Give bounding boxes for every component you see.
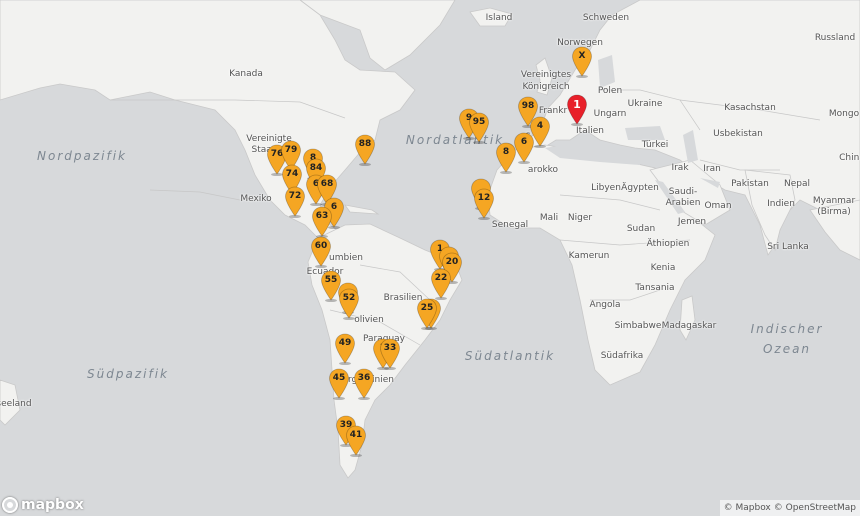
map-marker[interactable]: 1 [566,94,588,126]
map-marker-label: 68 [320,179,334,189]
map-marker[interactable]: 41 [345,425,367,457]
attribution-mapbox-link[interactable]: © Mapbox [724,500,771,516]
map-marker[interactable]: 22 [430,268,452,300]
map-marker-label: 4 [536,121,544,131]
map-marker-label: 88 [358,139,372,149]
label-ukraine: Ukraine [627,99,663,109]
label-oman: Oman [704,201,732,211]
ocean-label-suedpazifik: Südpazifik [87,367,169,381]
label-kanada: Kanada [229,69,263,79]
label-tuerkei: Türkei [641,140,669,150]
label-madagaskar: Madagaskar [661,321,717,331]
ocean-label-indischer: Indischer [750,322,824,336]
label-srilanka: Sri Lanka [767,242,809,252]
map-marker-label: 79 [284,145,298,155]
label-mexiko: Mexiko [240,194,272,204]
map-marker-label: 36 [357,373,371,383]
label-ungarn: Ungarn [593,109,627,119]
label-usbekistan: Usbekistan [713,129,763,139]
mapbox-logo-text: mapbox [21,497,84,513]
mapbox-logo-icon [2,497,18,513]
label-koenigreich: Königreich [522,82,570,92]
map-marker-label: 72 [288,191,302,201]
map-marker-label: 33 [383,343,397,353]
attribution: © Mapbox © OpenStreetMap [719,500,860,516]
map-marker-label: 22 [434,273,448,283]
map-marker[interactable]: 45 [328,368,350,400]
label-libyen: Libyen [591,183,621,193]
map-marker-label: 63 [315,211,329,221]
label-nepal: Nepal [784,179,810,189]
map-marker-label: 12 [477,193,491,203]
map-marker[interactable]: 8 [495,142,517,174]
label-angola: Angola [589,300,621,310]
map-marker-label: 41 [349,430,363,440]
map-marker-label: 95 [472,117,486,127]
map-marker-label: 98 [521,101,535,111]
label-suedafrika: Südafrika [600,351,644,361]
label-kasachstan: Kasachstan [724,103,776,113]
label-myanmar: Myanmar [812,196,856,206]
attribution-osm-link[interactable]: © OpenStreetMap [774,500,856,516]
map-marker[interactable]: X [571,46,593,78]
map-marker-label: 8 [502,147,510,157]
label-aethiopien: Äthiopien [646,239,690,249]
label-jemen: Jemen [677,217,707,227]
map-marker-label: 74 [285,169,299,179]
label-vereinigtes: Vereinigtes [520,70,572,80]
label-frankreich: Frankr [538,106,568,116]
label-mongolei: Mongo [828,109,860,119]
label-saudi: Saudi- [668,187,698,197]
map-marker[interactable]: 88 [354,134,376,166]
label-aegypten: Ägypten [621,183,659,193]
ocean-label-suedatlantik: Südatlantik [464,349,556,363]
label-indien: Indien [767,199,795,209]
label-china: China [839,153,860,163]
label-polen: Polen [597,86,623,96]
map-canvas[interactable]: Nordpazifik Nordatlantik Südatlantik Süd… [0,0,860,516]
label-arabien: Arabien [665,198,701,208]
label-neuseeland: seeland [0,399,32,409]
label-birma: (Birma) [817,207,851,217]
label-pakistan: Pakistan [731,179,769,189]
label-kamerun: Kamerun [568,251,610,261]
map-marker[interactable]: 60 [310,236,332,268]
ocean-label-nordpazifik: Nordpazifik [37,149,127,163]
label-senegal: Senegal [491,220,529,230]
label-simbabwe: Simbabwe [614,321,662,331]
map-marker-label: X [578,51,586,61]
map-marker[interactable]: 25 [416,298,438,330]
map-marker[interactable]: 52 [338,288,360,320]
label-schweden: Schweden [582,13,630,23]
map-marker[interactable]: 33 [379,338,401,370]
label-kolumbien: umbien [329,253,363,263]
map-marker[interactable]: 72 [284,186,306,218]
map-marker[interactable]: 12 [473,188,495,220]
label-niger: Niger [567,213,593,223]
label-russland: Russland [814,33,856,43]
label-kenia: Kenia [650,263,676,273]
label-tansania: Tansania [635,283,675,293]
map-marker-label: 84 [309,163,323,173]
map-marker[interactable]: 36 [353,368,375,400]
label-marokko: arokko [527,165,559,175]
map-marker[interactable]: 63 [311,206,333,238]
map-marker-label: 25 [420,303,434,313]
label-iran: Iran [703,164,721,174]
map-marker-label: 1 [573,98,581,111]
label-sudan: Sudan [626,224,656,234]
map-marker-label: 49 [338,338,352,348]
map-marker[interactable]: 49 [334,333,356,365]
label-mali: Mali [539,213,559,223]
map-marker-label: 45 [332,373,346,383]
label-irak: Irak [671,163,689,173]
map-marker-label: 60 [314,241,328,251]
ocean-label-ozean: Ozean [762,342,812,356]
map-marker-label: 52 [342,293,356,303]
label-island: Island [485,13,513,23]
map-marker-label: 20 [445,257,459,267]
map-marker[interactable]: 95 [468,112,490,144]
mapbox-logo[interactable]: mapbox [2,495,84,515]
label-italien: Italien [576,126,604,136]
